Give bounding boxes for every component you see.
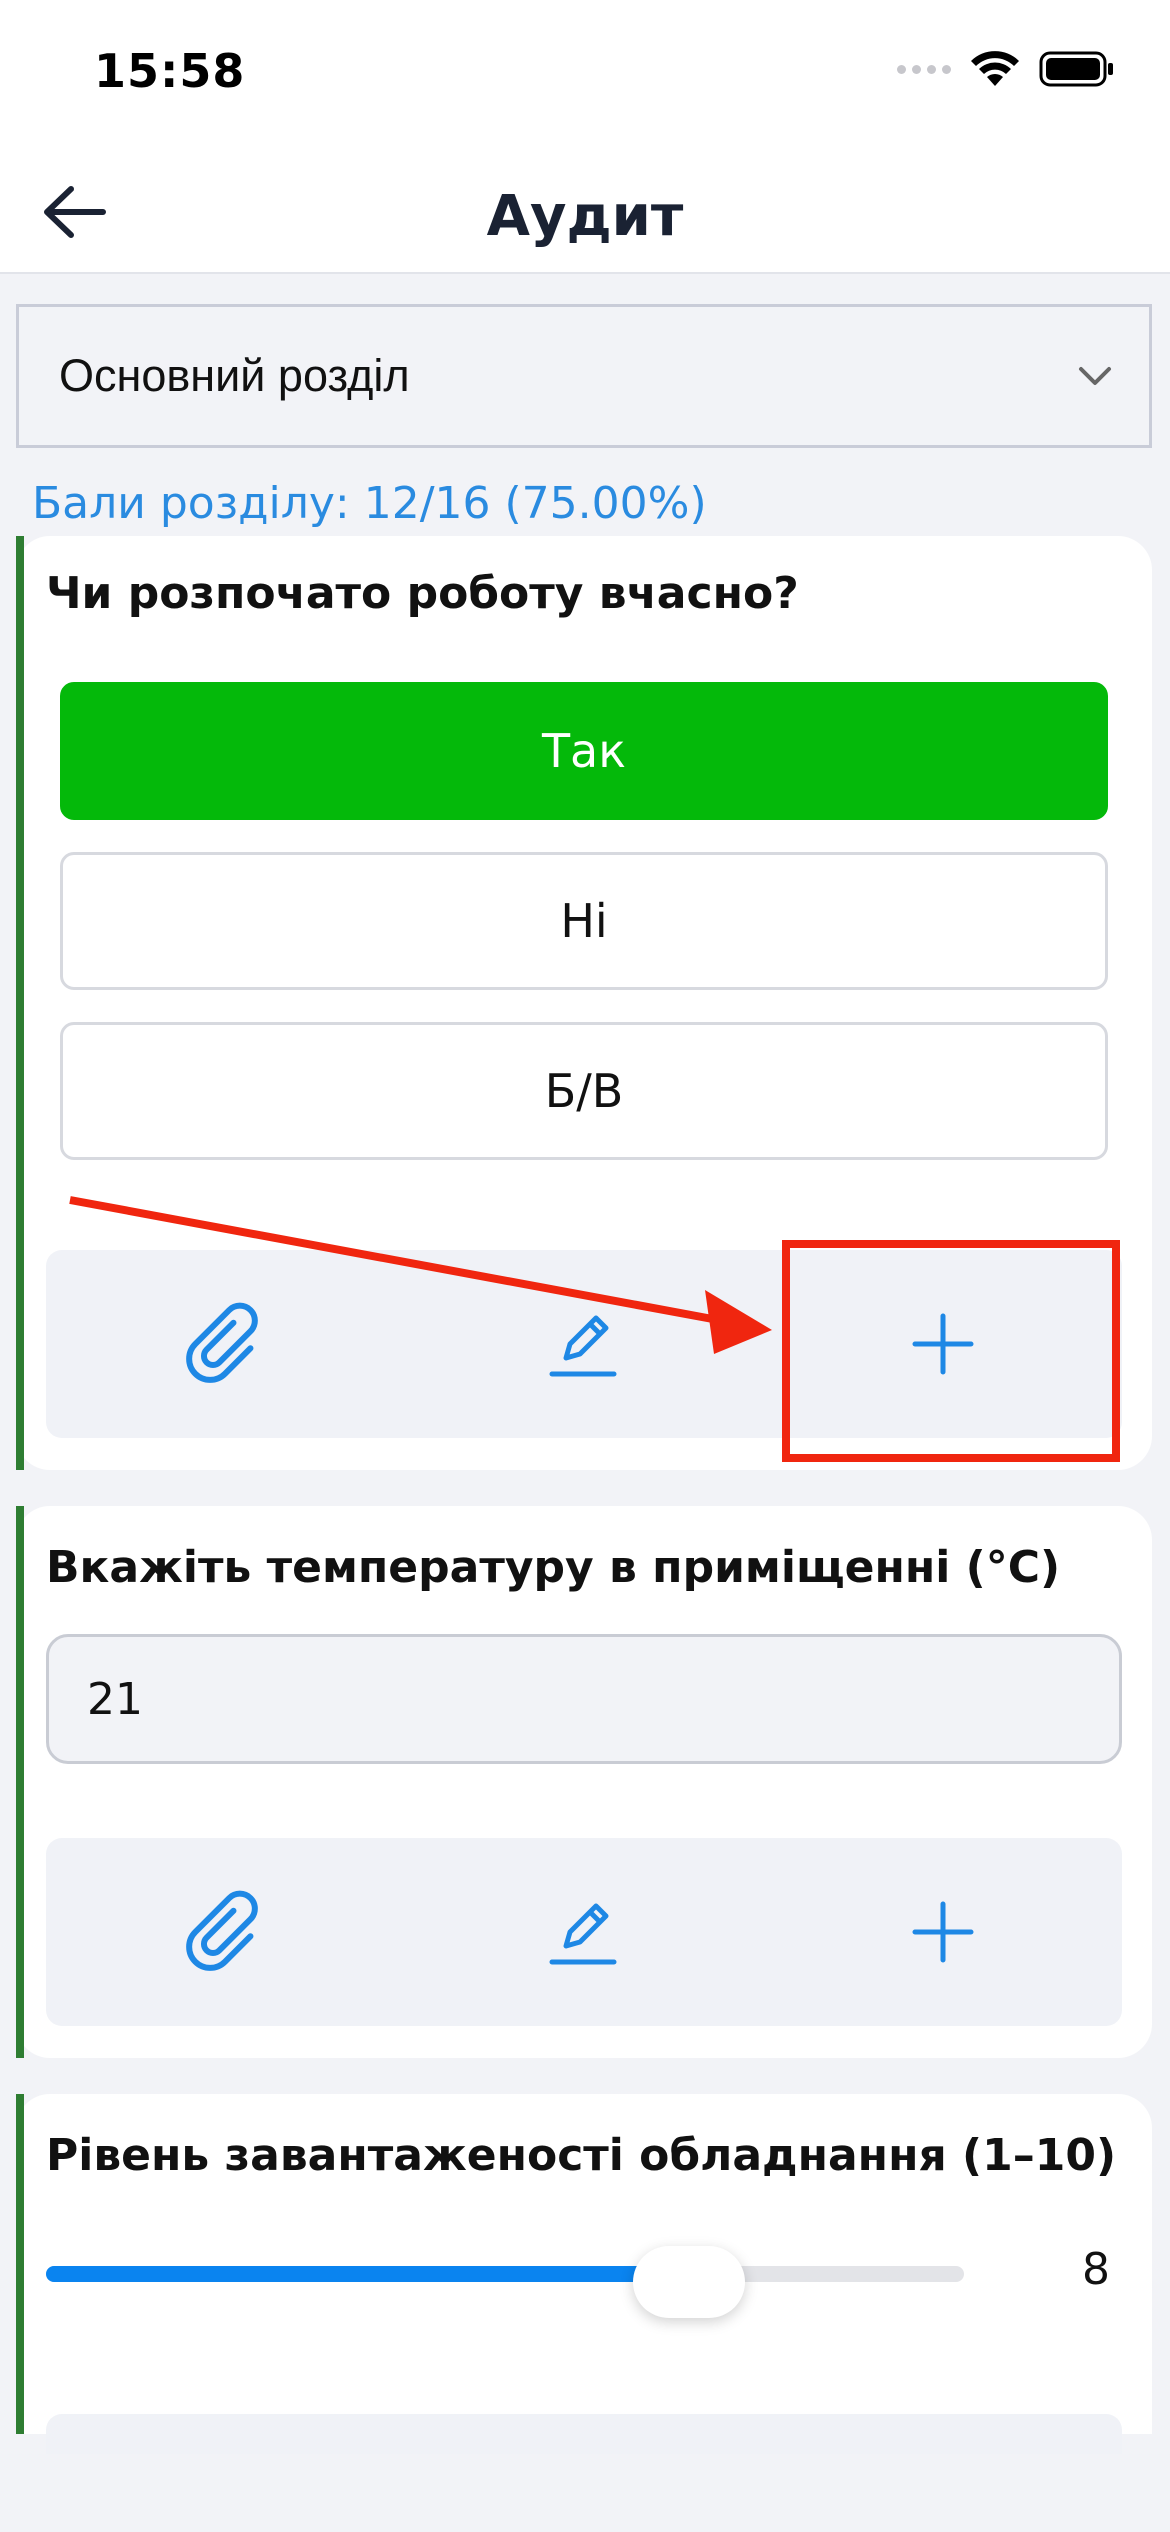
status-indicators [897, 50, 1115, 88]
load-slider-thumb[interactable] [632, 2246, 745, 2318]
page-title: Аудит [486, 184, 684, 249]
wifi-icon [971, 51, 1019, 86]
question-card-3: Рівень завантаженості обладнання (1–10) … [16, 2094, 1152, 2454]
cellular-signal-icon [897, 64, 951, 74]
chevron-down-icon [1079, 367, 1111, 385]
question-card-2: Вкажіть температуру в приміщенні (°C) 21 [16, 1506, 1152, 2058]
load-slider-track[interactable] [46, 2266, 964, 2282]
app-header: Аудит [0, 150, 1170, 274]
status-bar: 15:58 [0, 0, 1170, 150]
question-title: Вкажіть температуру в приміщенні (°C) [46, 1542, 1061, 1593]
status-time: 15:58 [94, 44, 246, 98]
question-actions-partial [46, 2414, 1122, 2454]
section-select-value: Основний розділ [59, 350, 410, 401]
attach-button[interactable] [46, 1838, 405, 2026]
question-title: Рівень завантаженості обладнання (1–10) [46, 2130, 1117, 2181]
pencil-icon [549, 1315, 617, 1377]
load-slider-value: 8 [1082, 2244, 1110, 2295]
add-button[interactable] [763, 1838, 1122, 2026]
note-button[interactable] [405, 1250, 764, 1438]
answer-option-yes[interactable]: Так [60, 682, 1108, 820]
battery-icon [1039, 51, 1113, 87]
paperclip-icon [186, 1890, 259, 1971]
answer-option-na[interactable]: Б/В [60, 1022, 1108, 1160]
plus-icon [912, 1901, 974, 1963]
add-button[interactable] [763, 1250, 1122, 1438]
question-actions [46, 1250, 1122, 1438]
temperature-input[interactable]: 21 [46, 1634, 1122, 1764]
question-card-1: Чи розпочато роботу вчасно? Так Ні Б/В [16, 536, 1152, 1470]
section-score: Бали розділу: 12/16 (75.00%) [32, 478, 707, 529]
load-slider-fill [46, 2266, 689, 2282]
note-button[interactable] [405, 1838, 764, 2026]
section-select[interactable]: Основний розділ [16, 304, 1152, 448]
paperclip-icon [186, 1302, 259, 1383]
question-title: Чи розпочато роботу вчасно? [46, 568, 799, 619]
plus-icon [912, 1313, 974, 1375]
attach-button[interactable] [46, 1250, 405, 1438]
question-actions [46, 1838, 1122, 2026]
answer-option-no[interactable]: Ні [60, 852, 1108, 990]
pencil-icon [549, 1903, 617, 1965]
